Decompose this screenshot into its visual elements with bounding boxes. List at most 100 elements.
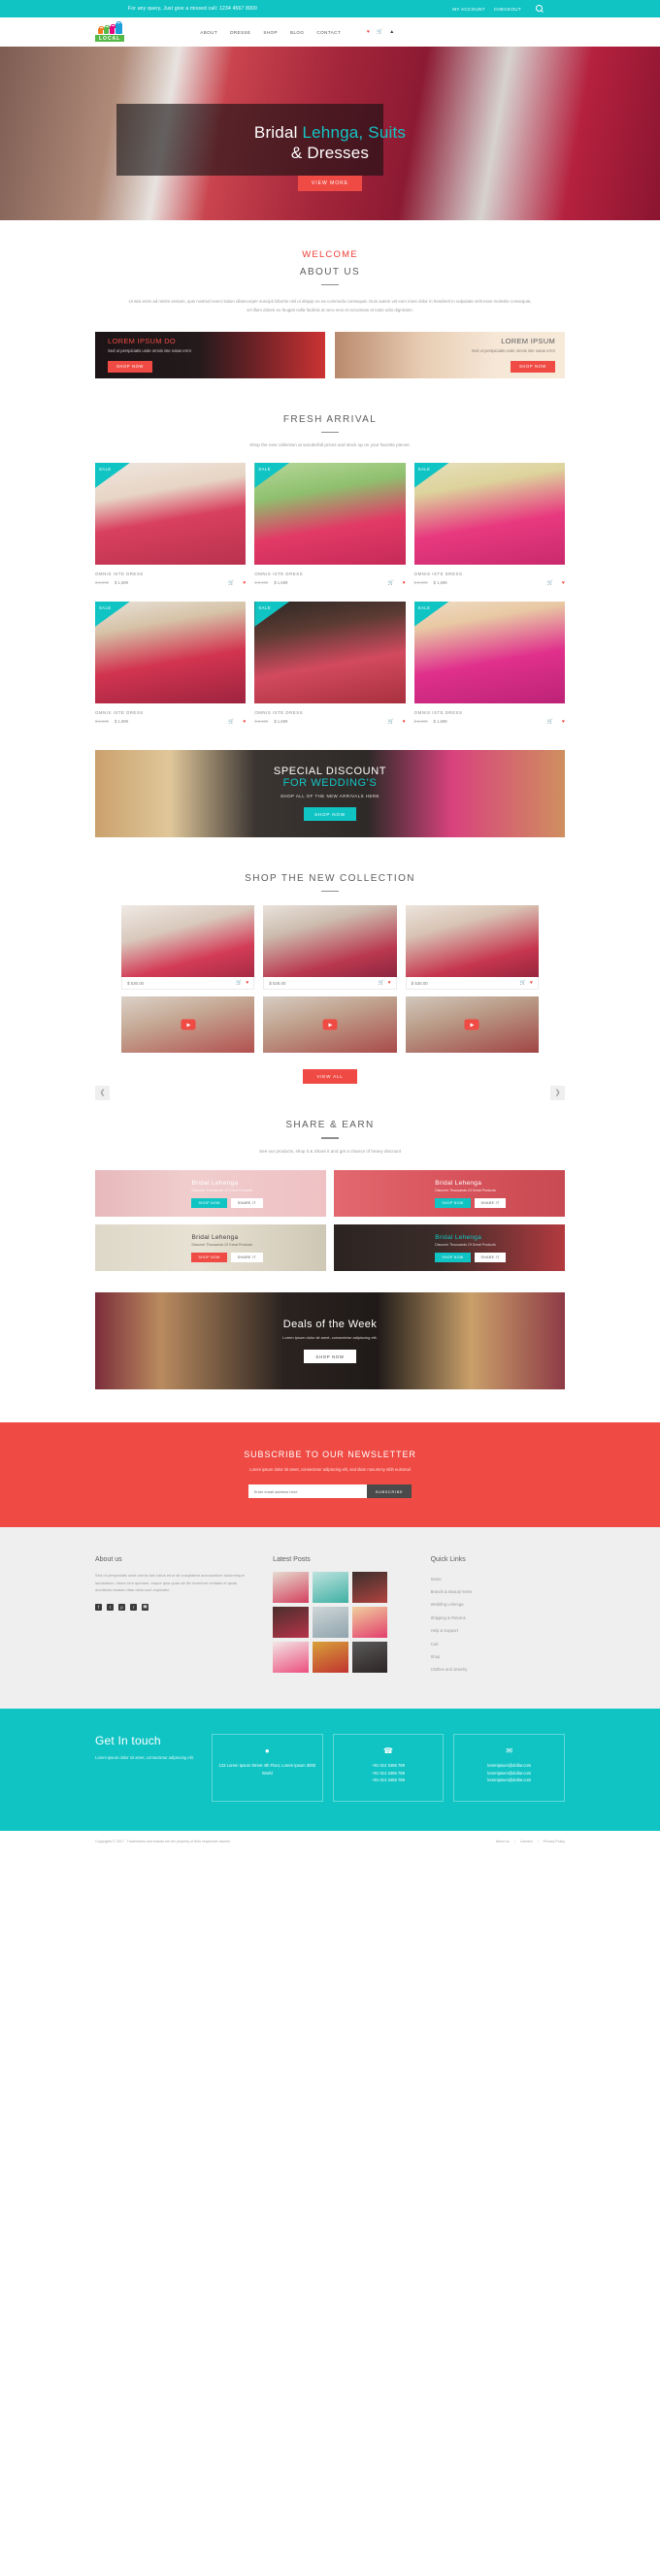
- share-shop-now-button[interactable]: SHOP NOW: [435, 1198, 471, 1209]
- post-thumbnail[interactable]: [351, 1642, 388, 1674]
- video-card[interactable]: [121, 996, 255, 1054]
- product-card[interactable]: SALE OMNIS ISTE DRESS $ 2,000 $ 1,699 🛒 …: [254, 601, 406, 725]
- phone-3[interactable]: +91 012 3456 789: [340, 1777, 438, 1783]
- heart-icon[interactable]: ♥: [403, 719, 406, 725]
- collection-card[interactable]: $ 536.00 🛒 ♥: [405, 905, 539, 991]
- quick-link-brands[interactable]: Brands & Beauty Items: [431, 1585, 565, 1598]
- play-icon[interactable]: [464, 1019, 479, 1030]
- nav-item-shop[interactable]: SHOP: [263, 30, 278, 35]
- collection-card[interactable]: $ 536.00 🛒 ♥: [121, 905, 255, 991]
- promo-card-light[interactable]: LOREM IPSUM Sed ut perspiciatis unde omn…: [335, 331, 565, 378]
- heart-icon[interactable]: ♥: [562, 719, 565, 725]
- post-thumbnail[interactable]: [312, 1572, 348, 1604]
- share-share-it-button[interactable]: SHARE IT: [474, 1198, 507, 1209]
- cart-icon[interactable]: 🛒: [547, 719, 553, 725]
- share-card[interactable]: Bridal Lehenga Discover Thousands Of Gre…: [334, 1224, 565, 1272]
- instagram-icon[interactable]: ▣: [142, 1603, 148, 1611]
- product-card[interactable]: SALE OMNIS ISTE DRESS $ 2,000 $ 1,699 🛒 …: [413, 462, 565, 586]
- heart-icon[interactable]: ♥: [243, 580, 246, 586]
- twitter-icon[interactable]: t: [107, 1603, 114, 1611]
- product-card[interactable]: SALE OMNIS ISTE DRESS $ 2,000 $ 1,699 🛒 …: [254, 462, 406, 586]
- promo-shop-now-button[interactable]: SHOP NOW: [108, 360, 152, 373]
- quick-link-wedding[interactable]: Wedding Lehenga: [431, 1598, 565, 1611]
- post-thumbnail[interactable]: [351, 1572, 388, 1604]
- cart-icon[interactable]: 🛒: [228, 580, 234, 586]
- nav-item-contact[interactable]: CONTACT: [316, 30, 341, 35]
- share-shop-now-button[interactable]: SHOP NOW: [191, 1198, 227, 1209]
- heart-icon[interactable]: ♥: [243, 719, 246, 725]
- heart-icon[interactable]: ♥: [403, 580, 406, 586]
- newsletter-subscribe-button[interactable]: SUBSCRIBE: [366, 1484, 412, 1499]
- rss-icon[interactable]: r: [130, 1603, 137, 1611]
- product-card[interactable]: SALE OMNIS ISTE DRESS $ 2,000 $ 1,699 🛒 …: [95, 462, 247, 586]
- share-card[interactable]: Bridal Lehenga Discover Thousands Of Gre…: [95, 1224, 326, 1272]
- video-card[interactable]: [263, 996, 397, 1054]
- email-2[interactable]: loremipsum@dollar.com: [460, 1770, 558, 1777]
- pinterest-icon[interactable]: p: [118, 1603, 125, 1611]
- collection-card[interactable]: $ 536.00 🛒 ♥: [263, 905, 397, 991]
- cart-icon[interactable]: 🛒: [377, 29, 382, 35]
- site-logo[interactable]: LOCAL: [95, 21, 125, 42]
- discount-shop-now-button[interactable]: SHOP NOW: [304, 807, 356, 822]
- carousel-next-button[interactable]: ❯: [550, 1085, 565, 1100]
- video-card[interactable]: [405, 996, 539, 1054]
- cart-icon[interactable]: 🛒: [236, 980, 242, 986]
- carousel-prev-button[interactable]: ❮: [95, 1085, 110, 1100]
- quick-link-shop[interactable]: Shop: [431, 1650, 565, 1663]
- share-shop-now-button[interactable]: SHOP NOW: [191, 1253, 227, 1263]
- cart-icon[interactable]: 🛒: [387, 580, 393, 586]
- phone-1[interactable]: +91 012 3456 789: [340, 1762, 438, 1769]
- product-card[interactable]: SALE OMNIS ISTE DRESS $ 2,000 $ 1,699 🛒 …: [413, 601, 565, 725]
- share-share-it-button[interactable]: SHARE IT: [230, 1253, 263, 1263]
- promo-shop-now-button[interactable]: SHOP NOW: [511, 360, 555, 373]
- heart-icon[interactable]: ♥: [562, 580, 565, 586]
- post-thumbnail[interactable]: [273, 1572, 309, 1604]
- view-all-button[interactable]: VIEW ALL: [303, 1069, 357, 1085]
- share-card[interactable]: Bridal Lehenga Discover Thousands Of Gre…: [95, 1170, 326, 1218]
- heart-icon[interactable]: ♥: [367, 29, 370, 35]
- play-icon[interactable]: [322, 1019, 338, 1030]
- cart-icon[interactable]: 🛒: [387, 719, 393, 725]
- copyright-link-privacy[interactable]: Privacy Policy: [544, 1840, 565, 1843]
- share-share-it-button[interactable]: SHARE IT: [474, 1253, 507, 1263]
- promo-card-dark[interactable]: LOREM IPSUM DO Sed ut perspiciatis unde …: [95, 331, 325, 378]
- nav-item-about[interactable]: ABOUT: [200, 30, 217, 35]
- quick-link-cart[interactable]: Cart: [431, 1637, 565, 1649]
- heart-icon[interactable]: ♥: [530, 980, 533, 986]
- user-icon[interactable]: ▲: [389, 29, 394, 35]
- post-thumbnail[interactable]: [351, 1607, 388, 1639]
- cart-icon[interactable]: 🛒: [378, 980, 383, 986]
- hero-view-more-button[interactable]: VIEW MORE: [297, 175, 363, 191]
- phone-2[interactable]: +91 012 3456 789: [340, 1770, 438, 1777]
- newsletter-email-input[interactable]: [248, 1484, 367, 1499]
- cart-icon[interactable]: 🛒: [547, 580, 553, 586]
- quick-link-clothes[interactable]: Clothes and Jewelry: [431, 1663, 565, 1676]
- quick-link-saree[interactable]: Saree: [431, 1572, 565, 1584]
- email-1[interactable]: loremipsum@dollar.com: [460, 1762, 558, 1769]
- product-card[interactable]: SALE OMNIS ISTE DRESS $ 2,000 $ 1,699 🛒 …: [95, 601, 247, 725]
- post-thumbnail[interactable]: [312, 1642, 348, 1674]
- my-account-link[interactable]: MY ACCOUNT: [452, 7, 485, 12]
- quick-link-help[interactable]: Help & Support: [431, 1624, 565, 1637]
- nav-item-blog[interactable]: BLOG: [290, 30, 304, 35]
- post-thumbnail[interactable]: [273, 1642, 309, 1674]
- play-icon[interactable]: [181, 1019, 196, 1030]
- search-icon[interactable]: [536, 5, 544, 13]
- email-3[interactable]: loremipsum@dollar.com: [460, 1777, 558, 1783]
- checkout-link[interactable]: CHECKOUT: [494, 7, 521, 12]
- share-shop-now-button[interactable]: SHOP NOW: [435, 1253, 471, 1263]
- cart-icon[interactable]: 🛒: [520, 980, 526, 986]
- quick-link-shipping[interactable]: Shipping & Returns: [431, 1612, 565, 1624]
- facebook-icon[interactable]: f: [95, 1603, 102, 1611]
- cart-icon[interactable]: 🛒: [228, 719, 234, 725]
- deals-shop-now-button[interactable]: SHOP NOW: [304, 1350, 356, 1364]
- share-share-it-button[interactable]: SHARE IT: [230, 1198, 263, 1209]
- post-thumbnail[interactable]: [273, 1607, 309, 1639]
- post-thumbnail[interactable]: [312, 1607, 348, 1639]
- heart-icon[interactable]: ♥: [388, 980, 391, 986]
- copyright-link-careers[interactable]: Careers: [520, 1840, 533, 1843]
- heart-icon[interactable]: ♥: [246, 980, 248, 986]
- copyright-link-about[interactable]: About us: [496, 1840, 510, 1843]
- share-card[interactable]: Bridal Lehenga Discover Thousands Of Gre…: [334, 1170, 565, 1218]
- nav-item-dresse[interactable]: DRESSE: [230, 30, 250, 35]
